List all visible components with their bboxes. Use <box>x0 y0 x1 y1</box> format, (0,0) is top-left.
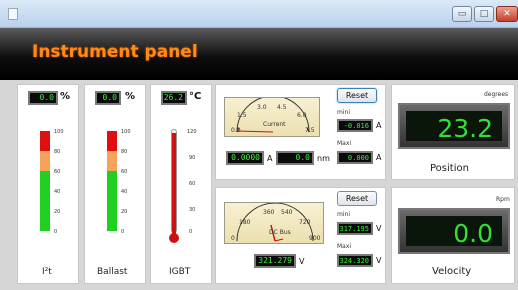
velocity-value-display: 0.0 <box>406 216 502 248</box>
i2t-value-display: 0.0 <box>28 91 58 105</box>
current-mini-unit: A <box>376 121 382 130</box>
igbt-value-display: 26.2 <box>161 91 187 105</box>
ballast-bar-gauge <box>107 131 117 231</box>
igbt-thermometer <box>169 129 180 243</box>
current-meter: 0.0 1.5 3.0 4.5 6.0 7.5 Current <box>224 97 320 137</box>
dcbus-scale-5: 900 <box>309 235 321 242</box>
current-nm-display: 0.0 <box>276 151 314 165</box>
ballast-scale-20: 20 <box>121 209 128 215</box>
dcbus-scale-2: 360 <box>263 209 275 216</box>
dcbus-meter: 0 180 360 540 720 900 DC Bus <box>224 202 324 244</box>
igbt-label: IGBT <box>169 267 191 277</box>
current-scale-4: 6.0 <box>297 112 307 119</box>
igbt-scale-30: 30 <box>189 207 196 213</box>
ballast-unit: % <box>125 91 136 102</box>
i2t-scale-100: 100 <box>54 129 64 135</box>
current-scale-3: 4.5 <box>277 104 287 111</box>
dcbus-maxi-unit: V <box>376 256 382 265</box>
dcbus-mini-unit: V <box>376 224 382 233</box>
igbt-scale-90: 90 <box>189 155 196 161</box>
current-maxi-unit: A <box>376 153 382 162</box>
current-panel: 0.0 1.5 3.0 4.5 6.0 7.5 Current 0.0000 A… <box>215 84 386 180</box>
ballast-panel: 0.0 % 100 80 60 40 20 0 Ballast <box>84 84 146 284</box>
i2t-scale-60: 60 <box>54 169 61 175</box>
velocity-unit: Rpm <box>496 196 510 203</box>
i2t-label: I²t <box>42 267 52 277</box>
ballast-label: Ballast <box>97 267 128 277</box>
dcbus-mini-display: 317.195 <box>337 222 373 235</box>
position-value-display: 23.2 <box>406 111 502 143</box>
i2t-scale-0: 0 <box>54 229 58 235</box>
i2t-scale-20: 20 <box>54 209 61 215</box>
velocity-display-frame: 0.0 <box>398 208 510 254</box>
i2t-bar-gauge <box>40 131 50 231</box>
current-amps-unit: A <box>267 154 273 163</box>
minimize-button[interactable]: ▭ <box>452 6 472 22</box>
title-bar: ▭ □ ✕ <box>0 0 518 28</box>
dcbus-meter-label: DC Bus <box>269 229 291 236</box>
current-scale-0: 0.0 <box>231 127 241 134</box>
i2t-scale-40: 40 <box>54 189 61 195</box>
velocity-panel: Rpm 0.0 Velocity <box>391 187 515 284</box>
i2t-panel: 0.0 % 100 80 60 40 20 0 I²t <box>17 84 79 284</box>
header-banner: Instrument panel <box>0 28 518 80</box>
dcbus-mini-label: mini <box>337 211 350 218</box>
dcbus-volts-unit: V <box>299 257 305 266</box>
current-nm-unit: nm <box>317 154 330 163</box>
close-button[interactable]: ✕ <box>496 6 518 22</box>
current-maxi-display: 0.000 <box>337 151 373 164</box>
ballast-scale-100: 100 <box>121 129 131 135</box>
app-icon <box>8 8 18 20</box>
current-mini-display: -0.016 <box>337 119 373 132</box>
current-amps-display: 0.0000 <box>226 151 264 165</box>
position-label: Position <box>430 163 469 174</box>
velocity-label: Velocity <box>432 266 472 277</box>
current-meter-label: Current <box>263 121 286 128</box>
dcbus-scale-3: 540 <box>281 209 293 216</box>
igbt-scale-120: 120 <box>187 129 197 135</box>
dcbus-maxi-display: 324.320 <box>337 254 373 267</box>
page-title: Instrument panel <box>32 42 198 62</box>
ballast-scale-80: 80 <box>121 149 128 155</box>
dcbus-reset-button[interactable]: Reset <box>337 191 377 206</box>
app-window: ▭ □ ✕ Instrument panel 0.0 % 100 80 60 4… <box>0 0 518 290</box>
dcbus-maxi-label: Maxi <box>337 243 352 250</box>
igbt-panel: 26.2 °C 120 90 60 30 0 IGBT <box>150 84 212 284</box>
dcbus-scale-1: 180 <box>239 219 251 226</box>
current-scale-1: 1.5 <box>237 112 247 119</box>
current-mini-label: mini <box>337 109 350 116</box>
position-unit: degrees <box>484 91 509 98</box>
igbt-scale-0: 0 <box>189 229 193 235</box>
igbt-scale-60: 60 <box>189 181 196 187</box>
position-panel: degrees 23.2 Position <box>391 84 515 180</box>
current-scale-2: 3.0 <box>257 104 267 111</box>
dcbus-scale-0: 0 <box>231 235 235 242</box>
i2t-scale-80: 80 <box>54 149 61 155</box>
dcbus-panel: 0 180 360 540 720 900 DC Bus 321.279 V R… <box>215 187 386 284</box>
maximize-button[interactable]: □ <box>474 6 494 22</box>
current-maxi-label: Maxi <box>337 140 352 147</box>
ballast-scale-60: 60 <box>121 169 128 175</box>
ballast-scale-40: 40 <box>121 189 128 195</box>
ballast-scale-0: 0 <box>121 229 125 235</box>
igbt-unit: °C <box>189 91 202 102</box>
position-display-frame: 23.2 <box>398 103 510 149</box>
current-scale-5: 7.5 <box>305 127 315 134</box>
current-reset-button[interactable]: Reset <box>337 88 377 103</box>
dcbus-scale-4: 720 <box>299 219 311 226</box>
ballast-value-display: 0.0 <box>95 91 121 105</box>
i2t-unit: % <box>60 91 71 102</box>
dcbus-volts-display: 321.279 <box>254 254 296 268</box>
